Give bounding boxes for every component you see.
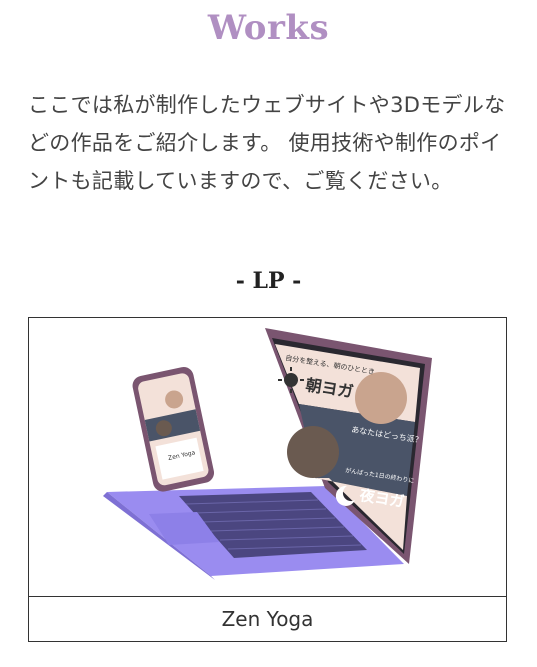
sun-icon: [284, 373, 298, 387]
phone-mockup: Zen Yoga: [132, 366, 215, 492]
works-heading: Works: [207, 8, 330, 48]
yoga-photo-morning: [355, 372, 407, 424]
lp-section-heading: - LP -: [235, 268, 302, 294]
work-card-caption[interactable]: Zen Yoga: [29, 597, 506, 641]
yoga-photo-night: [287, 426, 339, 478]
work-card-zen-yoga[interactable]: 自分を整える、朝のひととき 朝ヨガ あなたはどっち派？ がんばった1日の終わりに…: [28, 317, 507, 642]
works-intro-text: ここでは私が制作したウェブサイトや3Dモデルなどの作品をご紹介します。 使用技術…: [28, 93, 506, 193]
works-page: Works ここでは私が制作したウェブサイトや3Dモデルなどの作品をご紹介します…: [0, 0, 537, 667]
device-mockup-illustration: 自分を整える、朝のひととき 朝ヨガ あなたはどっち派？ がんばった1日の終わりに…: [103, 328, 432, 580]
work-card-image[interactable]: 自分を整える、朝のひととき 朝ヨガ あなたはどっち派？ がんばった1日の終わりに…: [29, 318, 506, 597]
